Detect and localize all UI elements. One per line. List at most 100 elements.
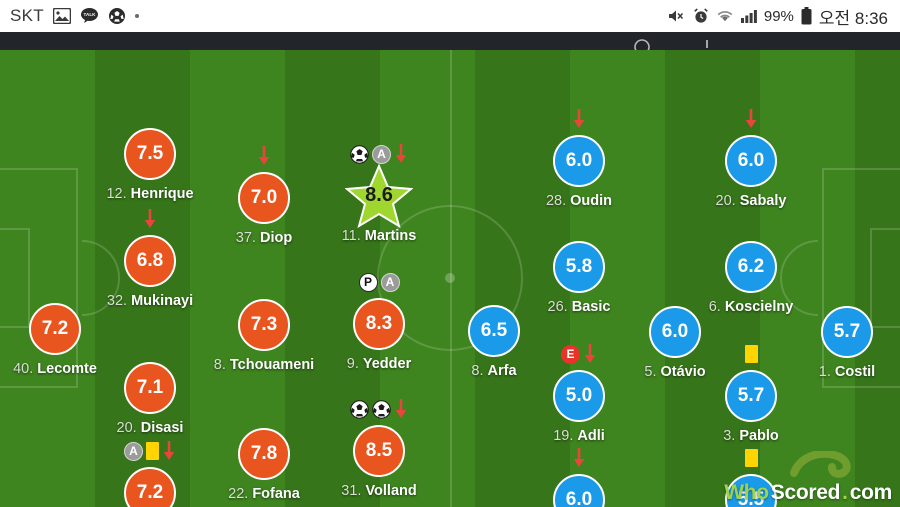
player-rating: 6.0 [553, 135, 605, 187]
player-rating-wrap: 6.0 [499, 470, 659, 507]
player-rating-wrap: 8.6 [299, 164, 459, 228]
player-name: 31. Volland [299, 483, 459, 499]
battery-icon [801, 7, 812, 25]
carrier-label: SKT [10, 6, 44, 25]
player-rating: 7.2 [124, 467, 176, 507]
player-rating-value: 6.0 [565, 150, 593, 171]
player-rating: 7.8 [238, 428, 290, 480]
player-rating-value: 6.8 [136, 250, 164, 271]
player-rating-value: 5.7 [833, 321, 861, 342]
status-bar-right: 99% 오전 8:36 [668, 4, 888, 29]
player-number: 1. [818, 364, 831, 380]
player-rating: 7.3 [238, 299, 290, 351]
player-number: 32. [106, 293, 128, 309]
player-card[interactable]: 5.7 1. Costil [767, 279, 900, 380]
player-rating-value: 6.0 [661, 321, 689, 342]
goal-icon [350, 399, 369, 419]
player-name: 11. Martins [299, 228, 459, 244]
player-name: 19. Adli [499, 428, 659, 444]
player-number: 40. [13, 361, 34, 377]
player-card[interactable]: 6.0 28. Oudin [499, 108, 659, 209]
player-number: 20. [715, 193, 736, 209]
sub-off-icon [258, 146, 270, 165]
player-surname: Fofana [252, 486, 300, 502]
player-name: 3. Pablo [671, 428, 831, 444]
gallery-icon [52, 8, 71, 24]
player-number: 26. [547, 299, 568, 315]
player-surname: Martins [364, 228, 417, 244]
player-rating-value: 7.2 [41, 318, 69, 339]
sub-off-icon [745, 109, 757, 128]
status-bar-left: SKT TALK [10, 6, 139, 26]
app-bar [0, 32, 900, 55]
player-rating-value: 8.3 [365, 313, 393, 334]
player-rating: 7.5 [124, 128, 176, 180]
player-rating-value: 8.6 [365, 183, 393, 206]
goal-icon [372, 399, 391, 419]
svg-text:TALK: TALK [84, 12, 97, 17]
player-name: 28. Oudin [499, 193, 659, 209]
player-badges [299, 398, 459, 420]
player-badges [499, 108, 659, 130]
player-number: 5. [644, 364, 657, 380]
player-rating-wrap: 6.0 [671, 131, 831, 191]
player-number: 3. [723, 428, 736, 444]
player-rating-value: 8.5 [365, 440, 393, 461]
player-card[interactable]: 6.018. Ui-Jo [499, 447, 659, 507]
player-rating: 7.1 [124, 362, 176, 414]
sub-off-icon [573, 109, 585, 128]
player-surname: Sabaly [739, 193, 787, 209]
player-rating: 8.3 [353, 298, 405, 350]
player-rating: 6.0 [725, 135, 777, 187]
player-surname: Diop [259, 230, 293, 246]
player-card[interactable]: A 8.6 11. Martins [299, 143, 459, 244]
player-surname: Volland [365, 483, 417, 499]
yellow-card-icon [146, 442, 159, 460]
player-card[interactable]: 8.5 31. Volland [299, 398, 459, 499]
player-badges [767, 279, 900, 301]
player-card[interactable]: 6.0 20. Sabaly [671, 108, 831, 209]
player-surname: Costil [834, 364, 876, 380]
player-name: 20. Sabaly [671, 193, 831, 209]
player-badges [671, 214, 831, 236]
sub-off-icon [395, 144, 407, 163]
player-rating-value: 7.0 [250, 187, 278, 208]
player-number: 20. [116, 420, 137, 436]
alarm-icon [693, 8, 709, 24]
yellow-card-icon [744, 449, 758, 467]
player-badges: A [299, 143, 459, 165]
whoscored-hook-icon [790, 449, 852, 485]
status-bar: SKT TALK 99% 오전 8:36 [0, 0, 900, 32]
clock-label: 오전 8:36 [818, 8, 888, 28]
player-number: 6. [708, 299, 721, 315]
player-number: 9. [346, 356, 359, 372]
more-dot-icon [134, 14, 139, 18]
pitch: 7.2 40. Lecomte 7.5 12. Henrique 6.8 32. Muki… [0, 50, 900, 507]
player-surname: Adli [577, 428, 605, 444]
player-rating: 5.7 [821, 306, 873, 358]
assist-icon: A [372, 144, 391, 164]
player-rating: 7.0 [238, 172, 290, 224]
player-rating-value: 7.8 [250, 443, 278, 464]
player-rating: 6.0 [553, 474, 605, 507]
player-rating-value: 6.2 [737, 256, 765, 277]
sub-off-icon [144, 209, 156, 228]
whoscored-watermark: Who Scored . com [724, 449, 892, 505]
player-rating-wrap: 6.0 [499, 131, 659, 191]
player-badges [499, 447, 659, 469]
player-surname: Pablo [739, 428, 779, 444]
player-number: 28. [545, 193, 567, 209]
player-number: 8. [213, 357, 226, 373]
player-rating-value: 5.8 [565, 256, 593, 277]
lineup-screen: SKT TALK 99% 오전 8:36 7.2 40. Lecomte 7.5… [0, 0, 900, 507]
player-surname: Oudin [570, 193, 613, 209]
goal-icon [350, 144, 369, 164]
assist-icon: A [124, 441, 143, 461]
player-rating-value: 5.0 [565, 385, 593, 406]
player-rating-value: 7.2 [136, 482, 164, 503]
player-number: 37. [235, 230, 256, 246]
sub-off-icon [163, 441, 175, 460]
player-rating: 6.8 [124, 235, 176, 287]
player-badges [671, 108, 831, 130]
penalty-icon: P [358, 272, 378, 292]
